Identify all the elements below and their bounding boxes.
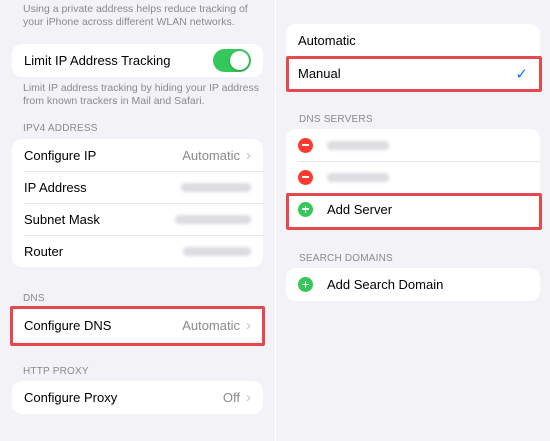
- configure-dns-label: Configure DNS: [24, 318, 112, 333]
- search-domains-card: Add Search Domain: [286, 268, 540, 301]
- dns-section-header: DNS: [23, 293, 45, 304]
- ip-address-value-redacted: [181, 182, 251, 192]
- private-address-note: Using a private address helps reduce tra…: [23, 3, 248, 28]
- add-circle-icon: [298, 201, 313, 217]
- dns-servers-section-header: DNS SERVERS: [299, 114, 373, 125]
- remove-circle-icon[interactable]: [298, 137, 313, 153]
- dns-server-row: [286, 161, 540, 193]
- configure-ip-row[interactable]: Configure IP Automatic ›: [12, 139, 263, 171]
- configure-proxy-row[interactable]: Configure Proxy Off ›: [12, 381, 263, 414]
- router-row: Router: [12, 235, 263, 267]
- router-value-redacted: [183, 246, 251, 256]
- add-search-domain-label: Add Search Domain: [327, 277, 444, 292]
- manual-option-label: Manual: [298, 66, 341, 81]
- router-label: Router: [24, 243, 64, 259]
- limit-ip-card: Limit IP Address Tracking: [12, 44, 263, 77]
- proxy-card: Configure Proxy Off ›: [12, 381, 263, 414]
- dns-server-row: [286, 129, 540, 161]
- chevron-right-icon: ›: [246, 389, 251, 406]
- dns-card: Configure DNS Automatic ›: [12, 309, 263, 342]
- ipv4-section-header: IPV4 ADDRESS: [23, 123, 98, 134]
- configure-proxy-value: Off: [222, 390, 240, 405]
- search-domains-section-header: SEARCH DOMAINS: [299, 253, 393, 264]
- dns-server-address-redacted: [327, 140, 389, 150]
- dns-mode-card: Automatic Manual ✓: [286, 24, 540, 90]
- network-settings-panel: Using a private address helps reduce tra…: [0, 0, 275, 441]
- automatic-option-label: Automatic: [298, 33, 356, 48]
- configure-proxy-label: Configure Proxy: [24, 390, 118, 405]
- limit-ip-label: Limit IP Address Tracking: [24, 53, 171, 68]
- configure-dns-row[interactable]: Configure DNS Automatic ›: [12, 309, 263, 342]
- http-proxy-section-header: HTTP PROXY: [23, 366, 89, 377]
- configure-ip-label: Configure IP: [24, 147, 97, 163]
- subnet-mask-row: Subnet Mask: [12, 203, 263, 235]
- ipv4-card: Configure IP Automatic › IP Address Subn…: [12, 139, 263, 267]
- add-circle-icon: [298, 277, 313, 292]
- dns-servers-card: Add Server: [286, 129, 540, 227]
- subnet-mask-value-redacted: [175, 214, 251, 224]
- limit-ip-toggle[interactable]: [213, 49, 251, 72]
- chevron-right-icon: ›: [246, 146, 251, 164]
- checkmark-icon: ✓: [515, 65, 528, 83]
- limit-ip-row[interactable]: Limit IP Address Tracking: [12, 44, 263, 77]
- configure-dns-value: Automatic: [182, 318, 240, 333]
- toggle-knob: [230, 51, 249, 70]
- remove-circle-icon[interactable]: [298, 169, 313, 185]
- dns-server-address-redacted: [327, 172, 389, 182]
- chevron-right-icon: ›: [246, 317, 251, 334]
- limit-ip-note: Limit IP address tracking by hiding your…: [23, 82, 259, 107]
- dns-mode-automatic-option[interactable]: Automatic: [286, 24, 540, 57]
- ip-address-label: IP Address: [24, 179, 87, 195]
- add-server-label: Add Server: [327, 201, 393, 217]
- add-search-domain-row[interactable]: Add Search Domain: [286, 268, 540, 301]
- dns-mode-manual-option[interactable]: Manual ✓: [286, 57, 540, 90]
- add-server-row[interactable]: Add Server: [286, 193, 540, 225]
- configure-ip-value: Automatic: [182, 147, 240, 163]
- ip-address-row: IP Address: [12, 171, 263, 203]
- configure-dns-panel: Automatic Manual ✓ DNS SERVERS Add Serve…: [276, 0, 550, 441]
- subnet-mask-label: Subnet Mask: [24, 211, 100, 227]
